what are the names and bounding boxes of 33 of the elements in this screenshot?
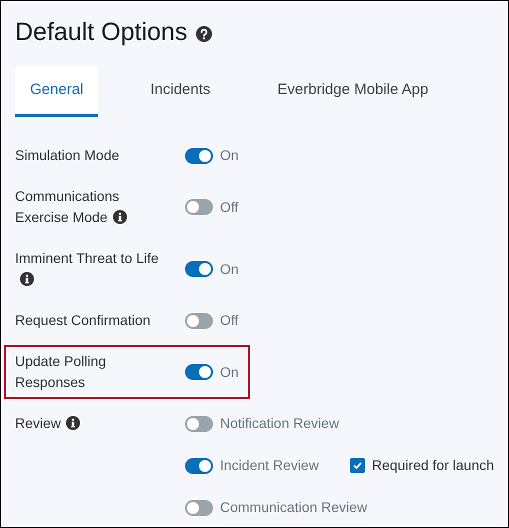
- page-title: Default Options: [15, 17, 188, 48]
- setting-label: Review: [15, 415, 61, 431]
- toggle-switch[interactable]: [185, 500, 213, 516]
- checkbox-label: Required for launch: [372, 456, 494, 475]
- toggle-state: Off: [220, 198, 238, 216]
- toggle-state: Off: [220, 311, 238, 330]
- toggle-switch[interactable]: [185, 199, 213, 215]
- toggle-label: Incident Review: [220, 456, 319, 475]
- toggle-label: Notification Review: [220, 414, 340, 433]
- tab[interactable]: Everbridge Mobile App: [262, 66, 444, 117]
- toggle-switch[interactable]: [185, 261, 213, 277]
- info-icon[interactable]: [112, 210, 127, 224]
- toggle-state: On: [220, 362, 239, 382]
- setting-label: Update Polling Responses: [15, 353, 106, 390]
- setting-label: Request Confirmation: [15, 312, 150, 328]
- checkbox[interactable]: [350, 458, 365, 473]
- toggle-switch[interactable]: [185, 148, 213, 164]
- toggle-state: On: [220, 260, 239, 278]
- help-icon[interactable]: [196, 26, 212, 42]
- setting-label: Simulation Mode: [15, 147, 120, 163]
- info-icon[interactable]: [66, 416, 80, 430]
- check-icon: [352, 460, 363, 471]
- toggle-switch[interactable]: [185, 416, 213, 432]
- tab[interactable]: General: [15, 66, 98, 117]
- toggle-switch[interactable]: [185, 458, 213, 474]
- toggle-state: On: [220, 146, 239, 165]
- setting-label: Communications Exercise Mode: [15, 188, 120, 225]
- toggle-switch[interactable]: [185, 364, 213, 380]
- setting-label: Imminent Threat to Life: [15, 250, 159, 266]
- toggle-switch[interactable]: [185, 312, 213, 328]
- toggle-label: Communication Review: [220, 498, 368, 517]
- tab[interactable]: Incidents: [135, 66, 226, 117]
- info-icon[interactable]: [20, 272, 34, 286]
